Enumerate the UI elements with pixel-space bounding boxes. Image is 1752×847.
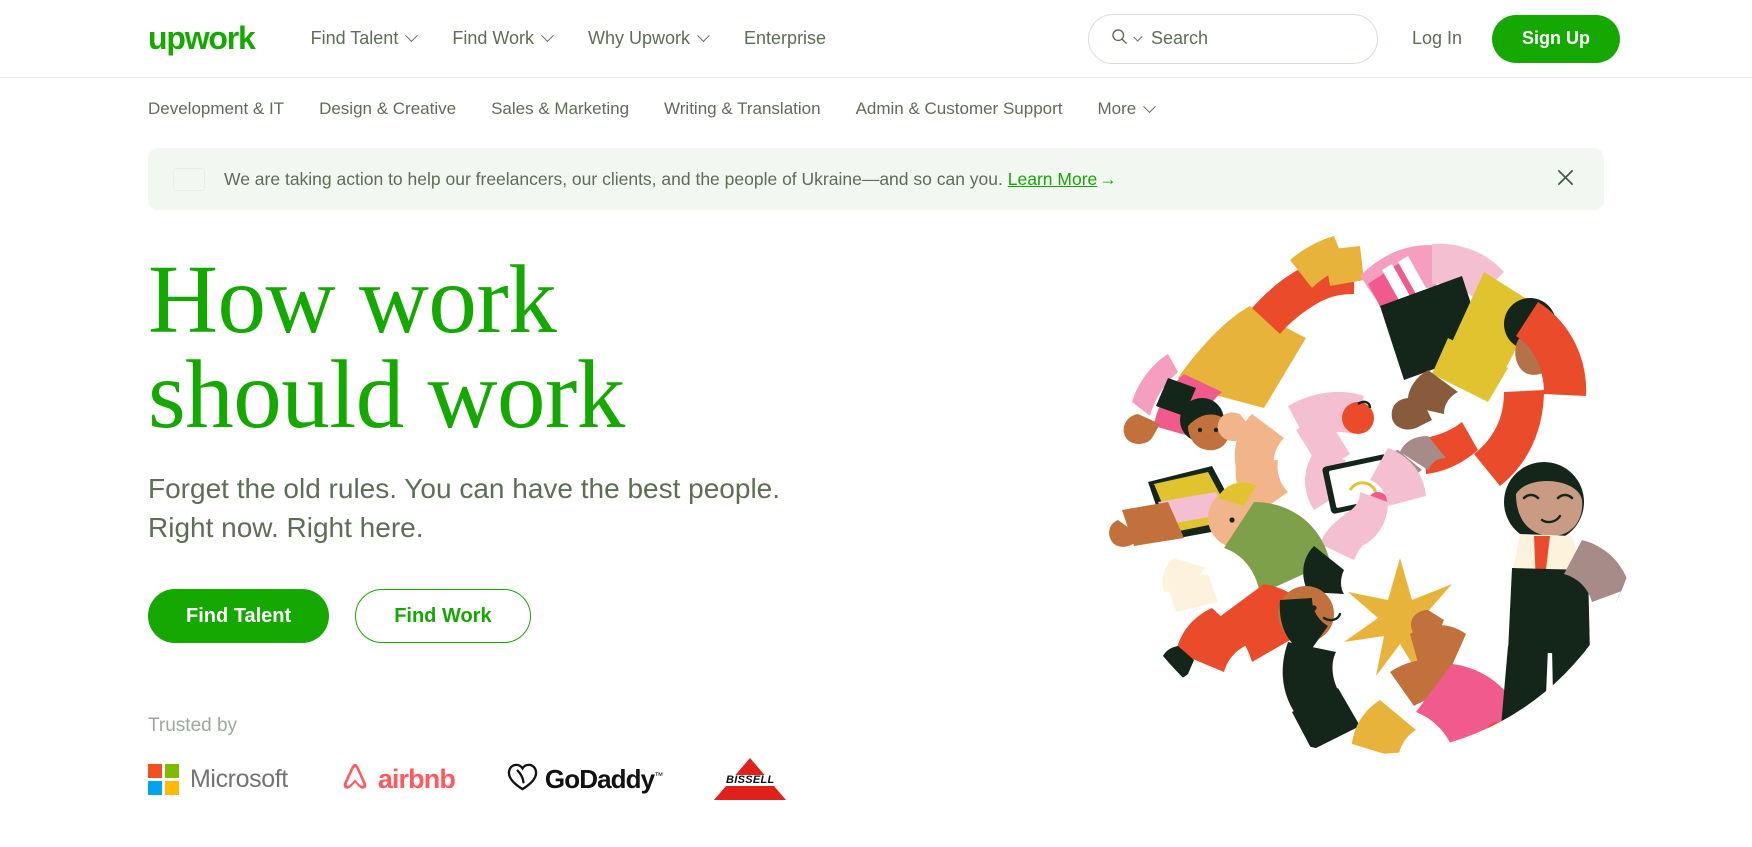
upwork-homepage: upwork Find Talent Find Work Why Upwork …	[0, 0, 1752, 847]
category-item-more[interactable]: More	[1097, 99, 1157, 119]
search-icon	[1111, 28, 1128, 50]
site-header: upwork Find Talent Find Work Why Upwork …	[0, 0, 1752, 78]
login-link[interactable]: Log In	[1412, 28, 1462, 49]
microsoft-logo: Microsoft	[148, 759, 288, 799]
chevron-down-icon[interactable]	[1133, 32, 1143, 42]
nav-label: Find Talent	[310, 28, 399, 48]
godaddy-logo: GoDaddy™	[507, 759, 663, 799]
signup-button[interactable]: Sign Up	[1492, 14, 1620, 63]
hero-title-line-1: How work	[148, 246, 557, 353]
category-label: More	[1097, 99, 1137, 118]
hero-subtitle-line-1: Forget the old rules. You can have the b…	[148, 473, 781, 505]
hero-content: How work should work Forget the old rule…	[148, 210, 948, 801]
microsoft-logo-text: Microsoft	[190, 764, 288, 793]
primary-navigation: Find Talent Find Work Why Upwork Enterpr…	[311, 28, 826, 49]
banner-text: We are taking action to help our freelan…	[224, 168, 1003, 189]
banner-learn-more-link[interactable]: Learn More →	[1008, 169, 1117, 189]
trademark-mark: ™	[654, 770, 663, 781]
nav-item-why-upwork[interactable]: Why Upwork	[588, 28, 710, 49]
search-box[interactable]	[1087, 13, 1378, 64]
godaddy-logo-text: GoDaddy™	[544, 763, 663, 795]
category-navigation: Development & IT Design & Creative Sales…	[0, 78, 1752, 140]
nav-label: Enterprise	[744, 28, 827, 48]
bissell-logo: BISSELL	[714, 758, 787, 801]
page-title: How work should work	[148, 251, 948, 443]
category-item-development-it[interactable]: Development & IT	[148, 99, 284, 119]
hero-subtitle-line-2: Right now. Right here.	[148, 511, 424, 543]
people-collage-circle-illustration	[1092, 202, 1652, 762]
trusted-logos-row: Microsoft airbnb GoDaddy™ BISSELL	[148, 758, 948, 801]
trusted-by-label: Trusted by	[148, 715, 238, 737]
banner-close-button[interactable]	[1552, 166, 1578, 192]
airbnb-mark-icon	[340, 761, 370, 798]
airbnb-logo: airbnb	[340, 759, 456, 799]
nav-item-enterprise[interactable]: Enterprise	[744, 28, 826, 49]
category-item-admin-customer-support[interactable]: Admin & Customer Support	[856, 99, 1063, 119]
chevron-down-icon	[1143, 99, 1157, 113]
chevron-down-icon	[541, 29, 554, 43]
banner-link-label: Learn More	[1007, 168, 1098, 189]
chevron-down-icon	[697, 29, 710, 43]
godaddy-heart-mark-icon	[507, 761, 538, 797]
close-icon	[1556, 168, 1575, 190]
ukraine-support-banner: We are taking action to help our freelan…	[148, 148, 1604, 210]
airbnb-logo-text: airbnb	[377, 763, 456, 794]
header-right-cluster: Log In Sign Up	[1087, 13, 1620, 64]
category-item-design-creative[interactable]: Design & Creative	[319, 99, 456, 119]
banner-message: We are taking action to help our freelan…	[224, 169, 1117, 190]
nav-item-find-work[interactable]: Find Work	[452, 28, 554, 49]
category-item-sales-marketing[interactable]: Sales & Marketing	[491, 99, 629, 119]
chevron-down-icon	[405, 29, 419, 43]
hero-title-line-2: should work	[148, 341, 625, 449]
bissell-logo-text: BISSELL	[726, 774, 775, 787]
nav-label: Find Work	[452, 28, 535, 48]
hero-cta-group: Find Talent Find Work	[148, 589, 948, 644]
banner-container: We are taking action to help our freelan…	[0, 140, 1752, 210]
category-item-writing-translation[interactable]: Writing & Translation	[664, 99, 821, 119]
find-talent-button[interactable]: Find Talent	[148, 589, 330, 644]
hero-subtitle: Forget the old rules. You can have the b…	[148, 470, 948, 547]
bissell-triangle-icon: BISSELL	[714, 758, 787, 801]
nav-item-find-talent[interactable]: Find Talent	[310, 28, 419, 49]
ukraine-flag-icon	[174, 169, 204, 190]
upwork-logo[interactable]: upwork	[148, 22, 256, 54]
search-input[interactable]	[1150, 28, 1355, 49]
find-work-button[interactable]: Find Work	[355, 589, 531, 644]
arrow-right-icon: →	[1099, 168, 1117, 189]
hero-section: How work should work Forget the old rule…	[0, 210, 1752, 801]
microsoft-squares-icon	[148, 763, 179, 795]
godaddy-wordmark: GoDaddy	[544, 763, 655, 794]
nav-label: Why Upwork	[588, 28, 691, 48]
